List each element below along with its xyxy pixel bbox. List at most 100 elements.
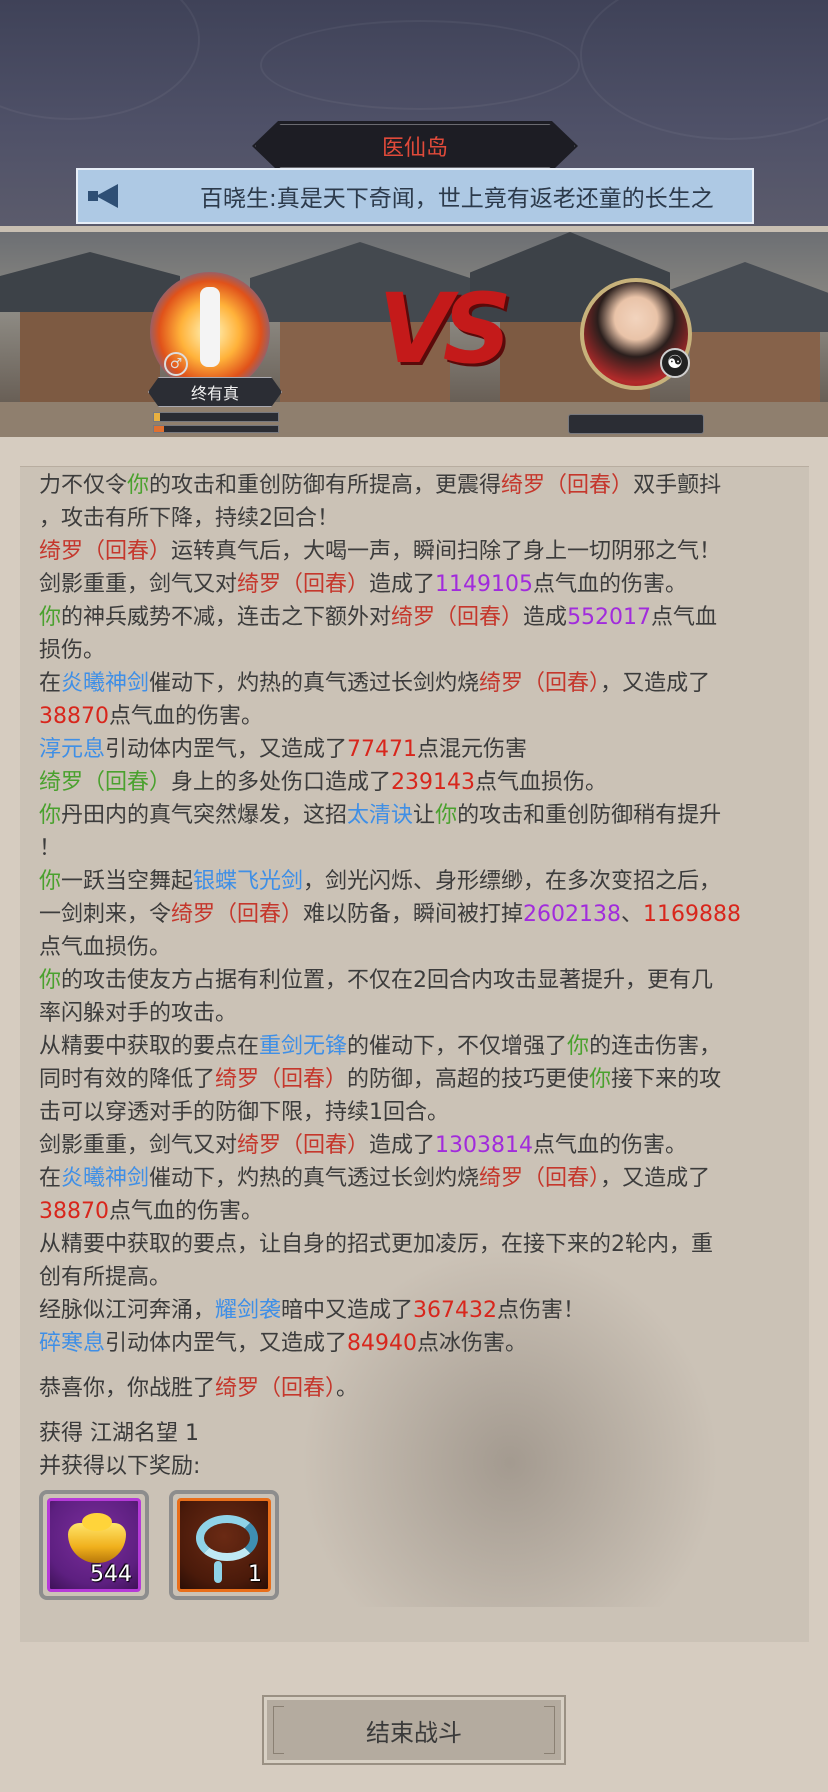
log-text-segment: 造成了 bbox=[369, 1133, 436, 1158]
reward-count: 1 bbox=[248, 1562, 262, 1587]
log-text-segment: 身上的多处伤口造成了 bbox=[171, 770, 392, 795]
log-text-segment: 运转真气后，大喝一声，瞬间扫除了身上一切阴邪之气！ bbox=[171, 539, 722, 564]
background-swirl bbox=[0, 0, 200, 120]
log-text-segment: ，剑光闪烁、身形缥缈，在多次变招之后， bbox=[303, 869, 722, 894]
reward-item-swirl[interactable]: 1 bbox=[169, 1490, 279, 1600]
log-text-segment: 剑影重重，剑气又对 bbox=[39, 1133, 238, 1158]
log-text-segment: 难以防备，瞬间被打掉 bbox=[303, 902, 524, 927]
victory-message: 恭喜你，你战胜了绮罗（回春）。 bbox=[39, 1376, 359, 1401]
log-text-segment: 点冰伤害。 bbox=[417, 1331, 528, 1356]
log-line: 38870点气血的伤害。 bbox=[39, 700, 809, 733]
log-line: 力不仅令你的攻击和重创防御有所提高，更震得绮罗（回春）双手颤抖 bbox=[39, 469, 809, 502]
player-mp-bar bbox=[153, 425, 279, 433]
log-highlight: 77471 bbox=[347, 737, 418, 762]
log-text-segment: 、 bbox=[621, 902, 644, 927]
log-text-segment: 丹田内的真气突然爆发，这招 bbox=[61, 803, 348, 828]
log-text-segment: 点伤害！ bbox=[497, 1298, 586, 1323]
location-name: 医仙岛 bbox=[381, 136, 448, 161]
log-text-segment: 的连击伤害， bbox=[589, 1034, 722, 1059]
reward-item-gold[interactable]: 544 bbox=[39, 1490, 149, 1600]
log-highlight: 你 bbox=[567, 1034, 590, 1059]
log-highlight: 1149105 bbox=[435, 572, 534, 597]
log-text-segment: 剑影重重，剑气又对 bbox=[39, 572, 238, 597]
log-highlight: 367432 bbox=[413, 1298, 498, 1323]
log-text-segment: 的催动下，不仅增强了 bbox=[347, 1034, 568, 1059]
log-text-segment: 创有所提高。 bbox=[39, 1265, 172, 1290]
log-line: 从精要中获取的要点在重剑无锋的催动下，不仅增强了你的连击伤害， bbox=[39, 1030, 809, 1063]
log-line: 创有所提高。 bbox=[39, 1261, 809, 1294]
log-line: 率闪躲对手的攻击。 bbox=[39, 997, 809, 1030]
log-highlight: 碎寒息 bbox=[39, 1331, 106, 1356]
log-text-segment: 点气血 bbox=[651, 605, 718, 630]
log-line: 点气血损伤。 bbox=[39, 931, 809, 964]
vs-icon: VS bbox=[378, 273, 511, 385]
player-hp-bar bbox=[153, 412, 279, 422]
battle-scene: ♂ 终有真 VS ☯ bbox=[0, 232, 828, 437]
speaker-icon bbox=[88, 184, 124, 208]
male-gender-icon: ♂ bbox=[164, 352, 188, 376]
log-text-segment: 一剑刺来，令 bbox=[39, 902, 172, 927]
announcement-bar[interactable]: 百晓生:真是天下奇闻，世上竟有返老还童的长生之 bbox=[76, 168, 754, 224]
log-text-segment: 经脉似江河奔涌， bbox=[39, 1298, 216, 1323]
battle-log: 力不仅令你的攻击和重创防御有所提高，更震得绮罗（回春）双手颤抖 ，攻击有所下降，持… bbox=[39, 469, 809, 1360]
log-highlight: 银蝶飞光剑 bbox=[193, 869, 304, 894]
log-line: 绮罗（回春）身上的多处伤口造成了239143点气血损伤。 bbox=[39, 766, 809, 799]
log-text-segment: 力不仅令 bbox=[39, 473, 128, 498]
log-line: 38870点气血的伤害。 bbox=[39, 1195, 809, 1228]
log-highlight: 绮罗（回春） bbox=[215, 1067, 348, 1092]
log-highlight: 84940 bbox=[347, 1331, 418, 1356]
log-highlight: 绮罗（回春） bbox=[479, 1166, 601, 1191]
log-highlight: 绮罗（回春） bbox=[391, 605, 524, 630]
log-line: 淳元息引动体内罡气，又造成了77471点混元伤害 bbox=[39, 733, 809, 766]
log-highlight: 炎曦神剑 bbox=[61, 671, 150, 696]
log-line: 一剑刺来，令绮罗（回春）难以防备，瞬间被打掉2602138、1169888 bbox=[39, 898, 809, 931]
log-text-segment: 催动下，灼热的真气透过长剑灼烧 bbox=[149, 671, 480, 696]
log-highlight: 耀剑袭 bbox=[215, 1298, 282, 1323]
log-text-segment: 从精要中获取的要点在 bbox=[39, 1034, 260, 1059]
log-text-segment: 的攻击和重创防御有所提高，更震得 bbox=[149, 473, 502, 498]
log-highlight: 淳元息 bbox=[39, 737, 106, 762]
log-text-segment: 造成了 bbox=[369, 572, 436, 597]
cloud-swirl-icon bbox=[196, 1515, 258, 1583]
log-text-segment: ，又造成了 bbox=[600, 1166, 711, 1191]
log-highlight: 2602138 bbox=[523, 902, 622, 927]
battle-log-panel[interactable]: 力不仅令你的攻击和重创防御有所提高，更震得绮罗（回春）双手颤抖 ，攻击有所下降，持… bbox=[20, 466, 809, 1642]
log-text-segment: 接下来的攻 bbox=[611, 1067, 722, 1092]
log-highlight: 552017 bbox=[567, 605, 652, 630]
log-text-segment: 点气血的伤害。 bbox=[533, 572, 688, 597]
log-text-segment: 的攻击和重创防御稍有提升 bbox=[457, 803, 722, 828]
log-text-segment: 催动下，灼热的真气透过长剑灼烧 bbox=[149, 1166, 480, 1191]
log-text-segment: 点混元伤害 bbox=[417, 737, 528, 762]
log-text-segment: ！ bbox=[39, 836, 62, 861]
player-avatar[interactable] bbox=[150, 272, 270, 392]
log-text-segment: 损伤。 bbox=[39, 638, 106, 663]
log-highlight: 你 bbox=[39, 605, 62, 630]
log-line: 你一跃当空舞起银蝶飞光剑，剑光闪烁、身形缥缈，在多次变招之后， bbox=[39, 865, 809, 898]
gold-ingot-icon bbox=[68, 1513, 126, 1563]
log-line: 在炎曦神剑催动下，灼热的真气透过长剑灼烧绮罗（回春），又造成了 bbox=[39, 667, 809, 700]
log-line: 损伤。 bbox=[39, 634, 809, 667]
log-highlight: 绮罗（回春） bbox=[501, 473, 634, 498]
log-highlight: 绮罗（回春） bbox=[39, 539, 172, 564]
log-line: 绮罗（回春）运转真气后，大喝一声，瞬间扫除了身上一切阴邪之气！ bbox=[39, 535, 809, 568]
log-text-segment: 在 bbox=[39, 671, 62, 696]
log-line: 经脉似江河奔涌，耀剑袭暗中又造成了367432点伤害！ bbox=[39, 1294, 809, 1327]
log-line: ，攻击有所下降，持续2回合！ bbox=[39, 502, 809, 535]
yinyang-icon: ☯ bbox=[660, 348, 690, 378]
end-battle-button[interactable]: 结束战斗 bbox=[262, 1695, 566, 1765]
log-line: 从精要中获取的要点，让自身的招式更加凌厉，在接下来的2轮内，重 bbox=[39, 1228, 809, 1261]
log-highlight: 1303814 bbox=[435, 1133, 534, 1158]
log-line: 你的攻击使友方占据有利位置，不仅在2回合内攻击显著提升，更有几 bbox=[39, 964, 809, 997]
log-highlight: 绮罗（回春） bbox=[39, 770, 172, 795]
log-text-segment: 同时有效的降低了 bbox=[39, 1067, 216, 1092]
log-text-segment: 的神兵威势不减，连击之下额外对 bbox=[61, 605, 392, 630]
log-text-segment: 造成 bbox=[523, 605, 568, 630]
log-text-segment: 一跃当空舞起 bbox=[61, 869, 194, 894]
player-name: 终有真 bbox=[190, 384, 239, 403]
log-highlight: 绮罗（回春） bbox=[171, 902, 304, 927]
log-line: ！ bbox=[39, 832, 809, 865]
announcement-text: 百晓生:真是天下奇闻，世上竟有返老还童的长生之 bbox=[200, 186, 714, 212]
reward-count: 544 bbox=[90, 1562, 132, 1587]
reward-heading: 并获得以下奖励: bbox=[39, 1454, 201, 1479]
enemy-nameplate bbox=[568, 414, 704, 434]
